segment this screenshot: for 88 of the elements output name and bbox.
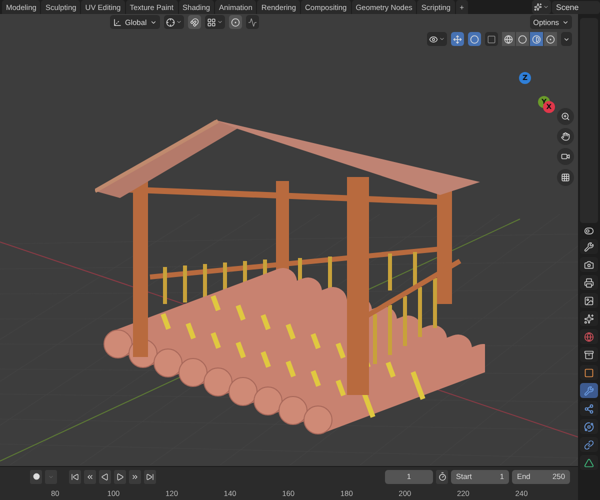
wrench-icon (584, 242, 594, 252)
stopwatch-icon (438, 472, 446, 481)
zoom-button[interactable] (557, 108, 574, 125)
auto-keying-button[interactable] (436, 470, 448, 484)
nodes-icon (584, 404, 594, 414)
proportional-editing-toggle[interactable] (228, 15, 242, 29)
record-button[interactable] (30, 470, 42, 484)
caret-icon (562, 18, 569, 26)
jump-end-button[interactable] (144, 470, 156, 484)
caret-icon (439, 36, 445, 42)
falloff-curve-icon (248, 18, 257, 26)
shading-options-button[interactable] (561, 32, 572, 46)
camera-icon (584, 260, 594, 270)
physics-properties-tab[interactable] (580, 419, 598, 434)
globe-icon (584, 332, 594, 342)
play-button[interactable] (114, 470, 126, 484)
xray-toggle[interactable] (485, 32, 498, 46)
link-icon (584, 440, 594, 450)
double-chevron-left-icon (86, 472, 94, 480)
sparkles-icon (584, 314, 594, 324)
shading-mode-button[interactable] (502, 32, 515, 46)
zoom-icon (561, 112, 570, 121)
output-properties-tab[interactable] (580, 275, 598, 290)
shading-mode-button[interactable] (530, 32, 543, 46)
triangle-icon (584, 458, 594, 468)
constraints-properties-tab[interactable] (580, 437, 598, 452)
orbit-icon (584, 422, 594, 432)
falloff-icon[interactable] (246, 15, 259, 29)
snap-target-button[interactable] (204, 15, 225, 29)
hand-icon (561, 132, 570, 141)
jump-start-button[interactable] (69, 470, 81, 484)
circle-icon (470, 34, 479, 44)
square-icon (584, 368, 594, 378)
circle-icon (518, 34, 527, 44)
object-properties-tab[interactable] (580, 365, 598, 380)
square-icon (487, 34, 496, 44)
world-properties-tab[interactable] (580, 329, 598, 344)
pivot-point-button[interactable] (164, 15, 184, 29)
caret-icon (563, 36, 570, 42)
caret-icon (216, 19, 223, 25)
caret-icon (176, 19, 182, 25)
caret-icon (48, 474, 54, 480)
play-reverse-button[interactable] (99, 470, 111, 484)
collection-properties-tab[interactable] (580, 347, 598, 362)
previous-keyframe-button[interactable] (84, 470, 96, 484)
next-keyframe-button[interactable] (129, 470, 141, 484)
move-arrows-icon (453, 34, 462, 44)
scene-selector-icon[interactable] (532, 0, 551, 14)
sparkles-icon (534, 3, 542, 11)
modifiers-properties-tab[interactable] (580, 383, 598, 398)
circle-dot-icon (546, 34, 555, 44)
scene-properties-tab[interactable] (580, 311, 598, 326)
grid-icon (206, 18, 216, 26)
image-icon (584, 296, 594, 306)
particles-properties-tab[interactable] (580, 401, 598, 416)
crosshair-icon (166, 18, 175, 26)
skip-forward-icon (146, 472, 154, 480)
pan-hand-button[interactable] (557, 128, 574, 145)
globe-icon (504, 34, 513, 44)
tool-properties-tab[interactable] (580, 239, 598, 254)
axes-icon (113, 18, 122, 26)
eye-icon (429, 34, 438, 44)
skip-back-icon (71, 472, 79, 480)
video-camera-icon (561, 152, 570, 161)
toggle-icon[interactable] (584, 226, 594, 236)
circle-icon (32, 473, 40, 480)
archive-box-icon (584, 350, 594, 360)
shading-mode-button[interactable] (544, 32, 557, 46)
printer-icon (584, 278, 594, 288)
scene-name-field[interactable]: Scene (552, 0, 600, 14)
snap-toggle[interactable] (188, 15, 201, 29)
render-properties-tab[interactable] (580, 257, 598, 272)
data-properties-tab[interactable] (580, 455, 598, 470)
gizmo-toggle[interactable] (451, 32, 464, 46)
visibility-eye-icon[interactable] (427, 32, 447, 46)
view-layer-properties-tab[interactable] (580, 293, 598, 308)
magnet-icon (190, 18, 199, 26)
half-circle-icon (532, 34, 541, 44)
circle-dot-icon (230, 18, 240, 26)
caret-icon (150, 18, 157, 26)
wrench-icon (584, 386, 594, 396)
caret-icon (543, 4, 549, 10)
double-chevron-right-icon (131, 472, 139, 480)
perspective-grid-button[interactable] (557, 169, 574, 186)
camera-view-button[interactable] (557, 148, 574, 165)
shading-mode-button[interactable] (516, 32, 529, 46)
overlays-toggle[interactable] (468, 32, 481, 46)
grid-icon (561, 173, 570, 182)
